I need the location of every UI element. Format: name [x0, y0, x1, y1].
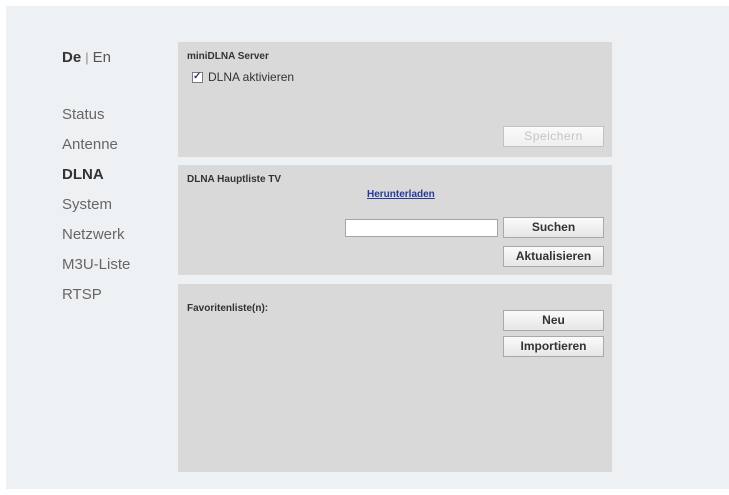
lang-de-link[interactable]: De — [62, 49, 81, 66]
refresh-button[interactable]: Aktualisieren — [503, 246, 604, 267]
search-input[interactable] — [345, 219, 498, 237]
nav-item-dlna[interactable]: DLNA — [62, 160, 130, 190]
language-switch: De | En — [62, 49, 111, 66]
lang-en-link[interactable]: En — [93, 49, 111, 66]
dlna-enable-checkbox[interactable]: ✓ — [192, 70, 203, 83]
dlna-enable-label[interactable]: DLNA aktivieren — [208, 70, 294, 84]
search-button[interactable]: Suchen — [503, 217, 604, 238]
nav-item-system[interactable]: System — [62, 190, 130, 220]
nav-item-antenne[interactable]: Antenne — [62, 130, 130, 160]
panel-title-favorites: Favoritenliste(n): — [187, 303, 269, 314]
dlna-main-list-panel: DLNA Hauptliste TV Herunterladen Suchen … — [178, 165, 612, 275]
minidlna-server-panel: miniDLNA Server ✓ DLNA aktivieren Speich… — [178, 42, 612, 157]
page-background: De | En Status Antenne DLNA System Netzwer… — [6, 6, 729, 489]
save-button[interactable]: Speichern — [503, 126, 604, 147]
panel-title-minidlna: miniDLNA Server — [187, 51, 269, 62]
sidebar-nav: Status Antenne DLNA System Netzwerk M3U-… — [62, 100, 130, 310]
download-link[interactable]: Herunterladen — [367, 189, 435, 200]
new-favorite-list-button[interactable]: Neu — [503, 310, 604, 331]
nav-item-rtsp[interactable]: RTSP — [62, 280, 130, 310]
nav-item-netzwerk[interactable]: Netzwerk — [62, 220, 130, 250]
favorites-panel: Favoritenliste(n): Neu Importieren — [178, 284, 612, 472]
import-favorite-list-button[interactable]: Importieren — [503, 336, 604, 357]
nav-item-status[interactable]: Status — [62, 100, 130, 130]
checkmark-icon: ✓ — [193, 70, 202, 82]
panel-title-main-list: DLNA Hauptliste TV — [187, 174, 282, 185]
dlna-enable-row: ✓ DLNA aktivieren — [192, 70, 294, 84]
nav-item-m3u-liste[interactable]: M3U-Liste — [62, 250, 130, 280]
lang-separator: | — [85, 50, 89, 65]
